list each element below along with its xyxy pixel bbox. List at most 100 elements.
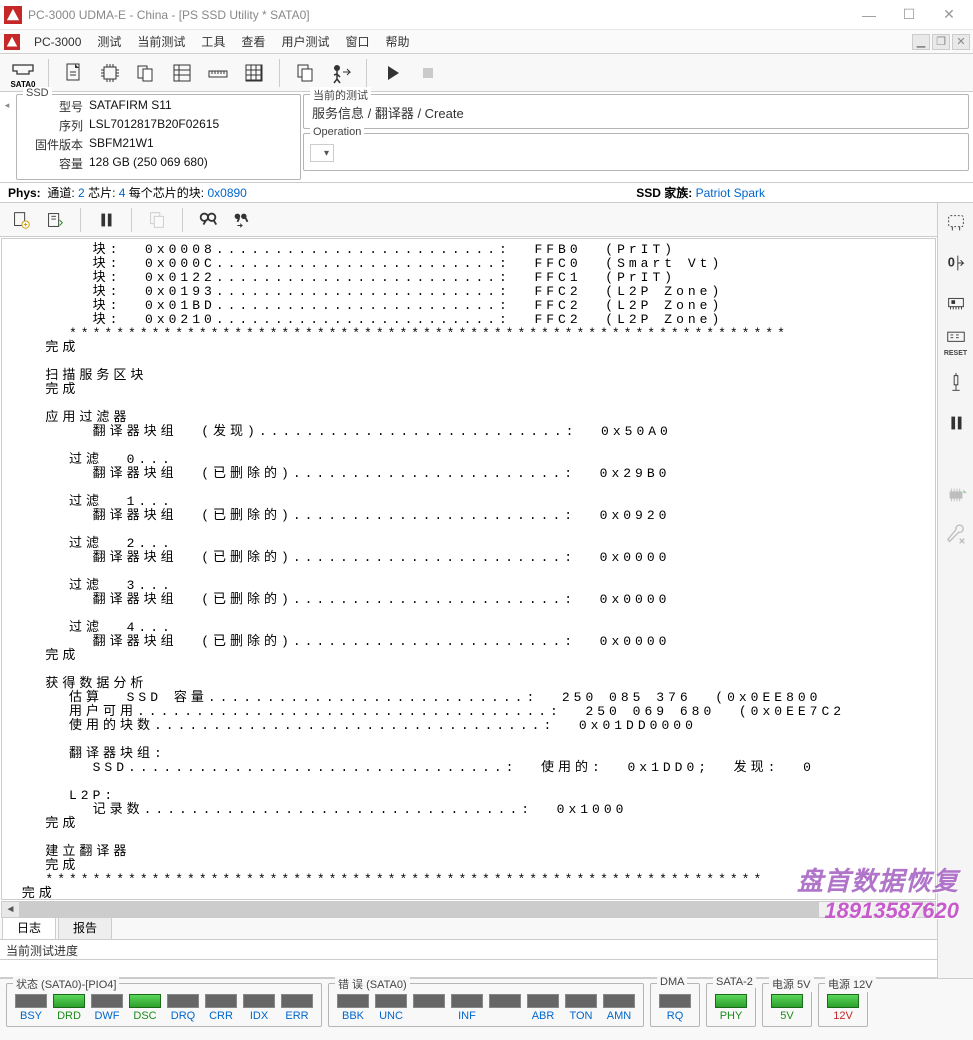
- operation-dropdown[interactable]: ▾: [310, 144, 334, 162]
- led-label: IDX: [250, 1010, 268, 1022]
- led-label: UNC: [379, 1010, 403, 1022]
- ruler-icon[interactable]: [201, 56, 235, 90]
- led-indicator: [281, 994, 313, 1008]
- grid-icon[interactable]: [237, 56, 271, 90]
- log-toolbar: [0, 203, 937, 237]
- led-label: DSC: [133, 1010, 156, 1022]
- led-indicator: [205, 994, 237, 1008]
- led-indicator: [659, 994, 691, 1008]
- led-indicator: [243, 994, 275, 1008]
- document-icon[interactable]: [57, 56, 91, 90]
- new-doc-icon[interactable]: [6, 205, 36, 235]
- tools-icon[interactable]: [942, 521, 970, 549]
- stop-button[interactable]: [411, 56, 445, 90]
- led-inf: INF: [449, 994, 485, 1022]
- ssd-model: SATAFIRM S11: [89, 98, 172, 115]
- chip-icon[interactable]: [93, 56, 127, 90]
- minimize-button[interactable]: —: [849, 0, 889, 30]
- menu-help[interactable]: 帮助: [377, 30, 417, 53]
- led-blank: [487, 994, 523, 1022]
- list-icon[interactable]: [165, 56, 199, 90]
- phys-blocks-per-chip: 0x0890: [207, 186, 246, 200]
- status-dma-group: DMA RQ: [650, 983, 700, 1027]
- led-label: BSY: [20, 1010, 42, 1022]
- current-test-panel: 当前的测试 服务信息 / 翻译器 / Create: [303, 94, 969, 129]
- find-icon[interactable]: [193, 205, 223, 235]
- led-label: DWF: [94, 1010, 119, 1022]
- led-indicator: [489, 994, 521, 1008]
- led-dsc: DSC: [127, 994, 163, 1022]
- led-drq: DRQ: [165, 994, 201, 1022]
- led-label: 5V: [780, 1010, 793, 1022]
- menu-test[interactable]: 测试: [89, 30, 129, 53]
- status-error-group: 错 误 (SATA0) BBKUNCINFABRTONAMN: [328, 983, 644, 1027]
- led-abr: ABR: [525, 994, 561, 1022]
- mdi-restore-button[interactable]: ❐: [932, 34, 950, 50]
- tab-log[interactable]: 日志: [2, 915, 56, 939]
- menu-app-label[interactable]: PC-3000: [26, 32, 89, 52]
- status-power5v-group: 电源 5V 5V: [762, 983, 812, 1027]
- app-icon: [4, 6, 22, 24]
- led-indicator: [413, 994, 445, 1008]
- documents-icon[interactable]: [129, 56, 163, 90]
- led-unc: UNC: [373, 994, 409, 1022]
- led-indicator: [129, 994, 161, 1008]
- log-output[interactable]: 块: 0x0008........................: FFB0 …: [1, 238, 936, 900]
- scroll-thumb[interactable]: [19, 902, 819, 917]
- play-button[interactable]: [375, 56, 409, 90]
- menu-current-test[interactable]: 当前测试: [129, 30, 193, 53]
- memory-icon[interactable]: [942, 289, 970, 317]
- capacitor-icon[interactable]: [942, 369, 970, 397]
- copy2-icon[interactable]: [142, 205, 172, 235]
- maximize-button[interactable]: ☐: [889, 0, 929, 30]
- led-indicator: [451, 994, 483, 1008]
- menu-window[interactable]: 窗口: [337, 30, 377, 53]
- led-indicator: [715, 994, 747, 1008]
- led-label: TON: [569, 1010, 592, 1022]
- menu-tools[interactable]: 工具: [193, 30, 233, 53]
- led-rq: RQ: [657, 994, 693, 1022]
- status-state-group: 状态 (SATA0)-[PIO4] BSYDRDDWFDSCDRQCRRIDXE…: [6, 983, 322, 1027]
- led-5v: 5V: [769, 994, 805, 1022]
- menu-bar: PC-3000 测试 当前测试 工具 查看 用户测试 窗口 帮助 ▁ ❐ ✕: [0, 30, 973, 54]
- measure-icon[interactable]: [942, 209, 970, 237]
- save-icon[interactable]: [40, 205, 70, 235]
- status-strip: 状态 (SATA0)-[PIO4] BSYDRDDWFDSCDRQCRRIDXE…: [0, 978, 973, 1040]
- led-label: PHY: [720, 1010, 743, 1022]
- scroll-left-arrow[interactable]: ◄: [2, 902, 19, 917]
- reset-icon[interactable]: RESET: [942, 329, 970, 357]
- collapse-toggle[interactable]: ◂: [0, 92, 14, 182]
- pause2-icon[interactable]: [942, 409, 970, 437]
- exit-icon[interactable]: [324, 56, 358, 90]
- led-indicator: [565, 994, 597, 1008]
- chip2-icon[interactable]: [942, 481, 970, 509]
- ssd-capacity: 128 GB (250 069 680): [89, 155, 208, 172]
- copy-icon[interactable]: [288, 56, 322, 90]
- horizontal-scrollbar[interactable]: ◄ ►: [1, 901, 936, 918]
- scroll-right-arrow[interactable]: ►: [918, 902, 935, 917]
- find-next-icon[interactable]: [227, 205, 257, 235]
- goto-zero-icon[interactable]: 0: [942, 249, 970, 277]
- progress-label: 当前测试进度: [0, 940, 937, 960]
- led-indicator: [53, 994, 85, 1008]
- led-indicator: [771, 994, 803, 1008]
- led-label: CRR: [209, 1010, 233, 1022]
- led-err: ERR: [279, 994, 315, 1022]
- led-drd: DRD: [51, 994, 87, 1022]
- mdi-minimize-button[interactable]: ▁: [912, 34, 930, 50]
- led-indicator: [527, 994, 559, 1008]
- menu-view[interactable]: 查看: [233, 30, 273, 53]
- led-label: BBK: [342, 1010, 364, 1022]
- pause-icon[interactable]: [91, 205, 121, 235]
- led-bsy: BSY: [13, 994, 49, 1022]
- phys-channels: 2: [78, 186, 85, 200]
- led-indicator: [603, 994, 635, 1008]
- led-indicator: [167, 994, 199, 1008]
- status-power12v-group: 电源 12V 12V: [818, 983, 868, 1027]
- led-bbk: BBK: [335, 994, 371, 1022]
- sata-port-button[interactable]: SATA0: [6, 56, 40, 90]
- mdi-close-button[interactable]: ✕: [952, 34, 970, 50]
- menu-user-test[interactable]: 用户测试: [273, 30, 337, 53]
- tab-report[interactable]: 报告: [58, 915, 112, 939]
- close-button[interactable]: ✕: [929, 0, 969, 30]
